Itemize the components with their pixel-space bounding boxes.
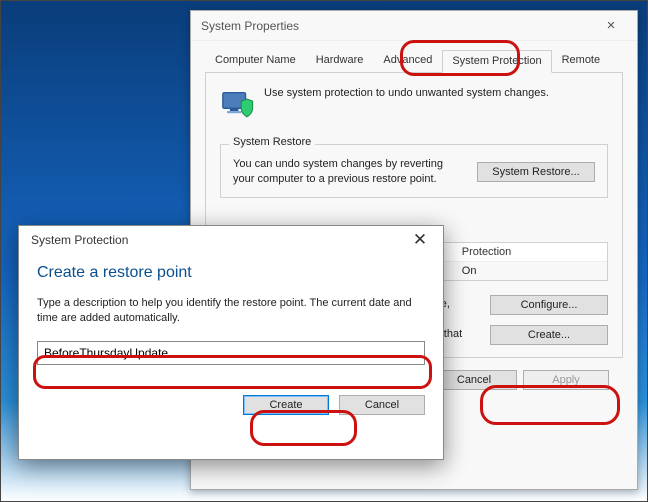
system-restore-button[interactable]: System Restore... <box>477 162 595 182</box>
apply-button[interactable]: Apply <box>523 370 609 390</box>
close-icon[interactable]: × <box>591 17 631 34</box>
cancel-button[interactable]: Cancel <box>339 395 425 415</box>
system-restore-text: You can undo system changes by reverting… <box>233 157 467 187</box>
row-protection-value: On <box>456 262 607 280</box>
dialog-heading: Create a restore point <box>37 264 425 282</box>
group-system-restore: System Restore You can undo system chang… <box>220 144 608 198</box>
tab-advanced[interactable]: Advanced <box>373 49 442 72</box>
restore-point-description-input[interactable] <box>37 341 425 365</box>
tab-strip: Computer Name Hardware Advanced System P… <box>205 49 623 73</box>
create-button[interactable]: Create <box>243 395 329 415</box>
tab-computer-name[interactable]: Computer Name <box>205 49 306 72</box>
group-legend-system-restore: System Restore <box>229 136 315 148</box>
tab-remote[interactable]: Remote <box>552 49 611 72</box>
system-protection-dialog: System Protection ✕ Create a restore poi… <box>18 225 444 460</box>
close-icon[interactable]: ✕ <box>401 230 439 250</box>
tab-system-protection[interactable]: System Protection <box>442 50 551 73</box>
create-restore-point-button[interactable]: Create... <box>490 325 608 345</box>
dialog-prompt: Type a description to help you identify … <box>37 296 425 327</box>
configure-button[interactable]: Configure... <box>490 295 608 315</box>
tab-hardware[interactable]: Hardware <box>306 49 374 72</box>
sysprops-title: System Properties <box>201 19 299 33</box>
dialog-title: System Protection <box>31 233 128 247</box>
intro-text: Use system protection to undo unwanted s… <box>264 87 549 99</box>
sysprops-titlebar: System Properties × <box>191 11 637 41</box>
dialog-titlebar: System Protection ✕ <box>19 226 443 254</box>
col-protection-header: Protection <box>456 243 607 261</box>
shield-monitor-icon <box>220 87 254 124</box>
